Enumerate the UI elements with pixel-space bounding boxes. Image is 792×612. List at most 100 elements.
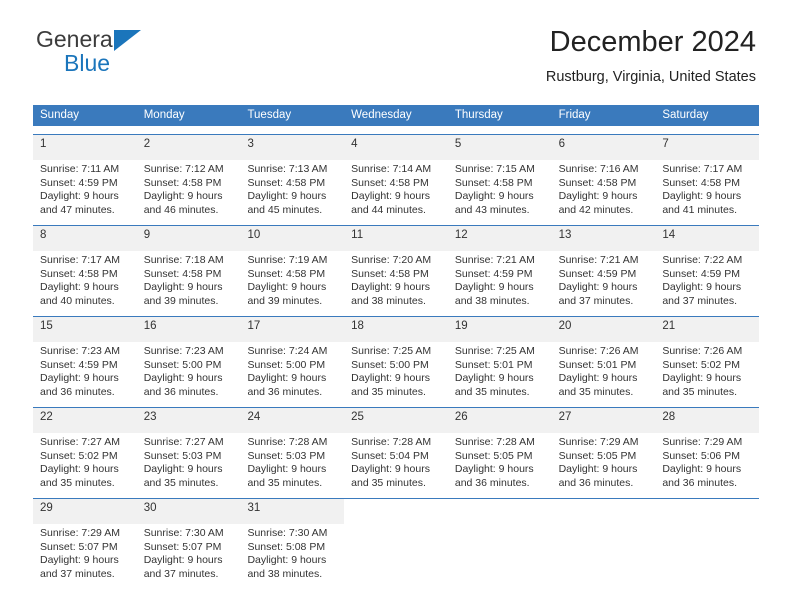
- calendar-page: General Blue December 2024 Rustburg, Vir…: [0, 0, 792, 612]
- day-number: 6: [551, 135, 656, 160]
- sunrise-text: Sunrise: 7:23 AM: [143, 345, 224, 357]
- day-cell[interactable]: 4 Sunrise: 7:14 AM Sunset: 4:58 PM Dayli…: [344, 135, 448, 217]
- day-cell[interactable]: 16 Sunrise: 7:23 AM Sunset: 5:00 PM Dayl…: [136, 317, 241, 399]
- day-cell[interactable]: 9 Sunrise: 7:18 AM Sunset: 4:58 PM Dayli…: [136, 226, 241, 308]
- day-cell[interactable]: 27 Sunrise: 7:29 AM Sunset: 5:05 PM Dayl…: [551, 408, 656, 490]
- sunset-text: Sunset: 5:00 PM: [247, 358, 326, 371]
- sunset-text: Sunset: 5:01 PM: [558, 358, 637, 371]
- day-cell[interactable]: 30 Sunrise: 7:30 AM Sunset: 5:07 PM Dayl…: [136, 499, 241, 581]
- daylight-text-line1: Daylight: 9 hours: [454, 281, 534, 293]
- day-details: Sunrise: 7:29 AM Sunset: 5:07 PM Dayligh…: [33, 524, 137, 581]
- day-cell[interactable]: 28 Sunrise: 7:29 AM Sunset: 5:06 PM Dayl…: [655, 408, 760, 490]
- daylight-text-line2: and 36 minutes.: [662, 476, 738, 489]
- day-number: 7: [655, 135, 760, 160]
- sunset-text: Sunset: 4:58 PM: [558, 176, 637, 189]
- week-row: 1 Sunrise: 7:11 AM Sunset: 4:59 PM Dayli…: [33, 134, 760, 217]
- daylight-text-line1: Daylight: 9 hours: [143, 554, 223, 566]
- day-details: Sunrise: 7:22 AM Sunset: 4:59 PM Dayligh…: [655, 251, 759, 308]
- day-cell[interactable]: 18 Sunrise: 7:25 AM Sunset: 5:00 PM Dayl…: [344, 317, 448, 399]
- day-cell[interactable]: 17 Sunrise: 7:24 AM Sunset: 5:00 PM Dayl…: [240, 317, 345, 399]
- day-details: Sunrise: 7:15 AM Sunset: 4:58 PM Dayligh…: [448, 160, 552, 217]
- logo-triangle-icon: [114, 30, 141, 51]
- day-details: Sunrise: 7:28 AM Sunset: 5:04 PM Dayligh…: [344, 433, 448, 490]
- day-details: Sunrise: 7:11 AM Sunset: 4:59 PM Dayligh…: [33, 160, 137, 217]
- sunrise-text: Sunrise: 7:21 AM: [558, 254, 639, 266]
- day-cell[interactable]: 3 Sunrise: 7:13 AM Sunset: 4:58 PM Dayli…: [240, 135, 345, 217]
- day-number: 27: [551, 408, 656, 433]
- sunset-text: Sunset: 4:58 PM: [40, 267, 118, 280]
- day-cell[interactable]: 5 Sunrise: 7:15 AM Sunset: 4:58 PM Dayli…: [447, 135, 552, 217]
- daylight-text-line2: and 42 minutes.: [558, 203, 634, 216]
- day-cell[interactable]: 25 Sunrise: 7:28 AM Sunset: 5:04 PM Dayl…: [344, 408, 448, 490]
- sunset-text: Sunset: 5:04 PM: [351, 449, 429, 462]
- day-cell[interactable]: 15 Sunrise: 7:23 AM Sunset: 4:59 PM Dayl…: [33, 317, 137, 399]
- day-cell[interactable]: 29 Sunrise: 7:29 AM Sunset: 5:07 PM Dayl…: [33, 499, 137, 581]
- daylight-text-line2: and 35 minutes.: [40, 476, 115, 489]
- sunrise-text: Sunrise: 7:30 AM: [143, 527, 224, 539]
- day-cell-empty: [447, 499, 552, 581]
- day-cell[interactable]: 19 Sunrise: 7:25 AM Sunset: 5:01 PM Dayl…: [447, 317, 552, 399]
- daylight-text-line2: and 36 minutes.: [454, 476, 530, 489]
- daylight-text-line2: and 40 minutes.: [40, 294, 115, 307]
- day-cell[interactable]: 22 Sunrise: 7:27 AM Sunset: 5:02 PM Dayl…: [33, 408, 137, 490]
- sunset-text: Sunset: 5:01 PM: [454, 358, 533, 371]
- day-cell[interactable]: 24 Sunrise: 7:28 AM Sunset: 5:03 PM Dayl…: [240, 408, 345, 490]
- day-cell[interactable]: 11 Sunrise: 7:20 AM Sunset: 4:58 PM Dayl…: [344, 226, 448, 308]
- week-row: 29 Sunrise: 7:29 AM Sunset: 5:07 PM Dayl…: [33, 498, 760, 581]
- day-number: 14: [655, 226, 760, 251]
- daylight-text-line1: Daylight: 9 hours: [247, 190, 327, 202]
- day-cell[interactable]: 12 Sunrise: 7:21 AM Sunset: 4:59 PM Dayl…: [447, 226, 552, 308]
- sunset-text: Sunset: 4:59 PM: [558, 267, 637, 280]
- day-number: [447, 499, 552, 524]
- day-number: 24: [240, 408, 345, 433]
- day-details: Sunrise: 7:28 AM Sunset: 5:03 PM Dayligh…: [240, 433, 344, 490]
- day-cell[interactable]: 26 Sunrise: 7:28 AM Sunset: 5:05 PM Dayl…: [447, 408, 552, 490]
- day-cell[interactable]: 23 Sunrise: 7:27 AM Sunset: 5:03 PM Dayl…: [136, 408, 241, 490]
- day-cell[interactable]: 14 Sunrise: 7:22 AM Sunset: 4:59 PM Dayl…: [655, 226, 760, 308]
- day-details: Sunrise: 7:25 AM Sunset: 5:01 PM Dayligh…: [448, 342, 552, 399]
- sunrise-text: Sunrise: 7:25 AM: [351, 345, 432, 357]
- day-cell[interactable]: 13 Sunrise: 7:21 AM Sunset: 4:59 PM Dayl…: [551, 226, 656, 308]
- day-details: Sunrise: 7:21 AM Sunset: 4:59 PM Dayligh…: [552, 251, 656, 308]
- daylight-text-line2: and 35 minutes.: [351, 476, 426, 489]
- day-cell[interactable]: 31 Sunrise: 7:30 AM Sunset: 5:08 PM Dayl…: [240, 499, 345, 581]
- day-details: Sunrise: 7:20 AM Sunset: 4:58 PM Dayligh…: [344, 251, 448, 308]
- day-details: Sunrise: 7:14 AM Sunset: 4:58 PM Dayligh…: [344, 160, 448, 217]
- day-cell[interactable]: 20 Sunrise: 7:26 AM Sunset: 5:01 PM Dayl…: [551, 317, 656, 399]
- day-number: 30: [136, 499, 241, 524]
- daylight-text-line2: and 39 minutes.: [247, 294, 323, 307]
- daylight-text-line1: Daylight: 9 hours: [454, 463, 534, 475]
- day-number: [344, 499, 448, 524]
- sunrise-text: Sunrise: 7:22 AM: [662, 254, 743, 266]
- sunset-text: Sunset: 5:03 PM: [143, 449, 222, 462]
- day-details: Sunrise: 7:17 AM Sunset: 4:58 PM Dayligh…: [655, 160, 759, 217]
- title-block: December 2024 Rustburg, Virginia, United…: [546, 26, 756, 85]
- day-number: 11: [344, 226, 448, 251]
- sunrise-text: Sunrise: 7:15 AM: [454, 163, 535, 175]
- day-number: 19: [447, 317, 552, 342]
- page-title: December 2024: [549, 26, 756, 58]
- day-cell[interactable]: 8 Sunrise: 7:17 AM Sunset: 4:58 PM Dayli…: [33, 226, 137, 308]
- calendar-grid: Sunday Monday Tuesday Wednesday Thursday…: [33, 105, 760, 581]
- logo-text-general: General: [36, 26, 118, 52]
- weekday-sunday: Sunday: [40, 109, 80, 121]
- day-cell[interactable]: 2 Sunrise: 7:12 AM Sunset: 4:58 PM Dayli…: [136, 135, 241, 217]
- day-cell[interactable]: 7 Sunrise: 7:17 AM Sunset: 4:58 PM Dayli…: [655, 135, 760, 217]
- daylight-text-line1: Daylight: 9 hours: [454, 372, 534, 384]
- day-details: Sunrise: 7:29 AM Sunset: 5:06 PM Dayligh…: [655, 433, 759, 490]
- weekday-monday: Monday: [143, 109, 185, 121]
- day-cell[interactable]: 1 Sunrise: 7:11 AM Sunset: 4:59 PM Dayli…: [33, 135, 137, 217]
- generalblue-logo[interactable]: General Blue: [36, 28, 196, 78]
- day-cell[interactable]: 21 Sunrise: 7:26 AM Sunset: 5:02 PM Dayl…: [655, 317, 760, 399]
- day-cell[interactable]: 10 Sunrise: 7:19 AM Sunset: 4:58 PM Dayl…: [240, 226, 345, 308]
- sunset-text: Sunset: 4:58 PM: [454, 176, 533, 189]
- week-row: 15 Sunrise: 7:23 AM Sunset: 4:59 PM Dayl…: [33, 316, 760, 399]
- sunset-text: Sunset: 5:00 PM: [143, 358, 222, 371]
- daylight-text-line2: and 37 minutes.: [558, 294, 634, 307]
- daylight-text-line2: and 36 minutes.: [247, 385, 323, 398]
- day-number: 8: [33, 226, 137, 251]
- daylight-text-line2: and 35 minutes.: [143, 476, 219, 489]
- day-cell[interactable]: 6 Sunrise: 7:16 AM Sunset: 4:58 PM Dayli…: [551, 135, 656, 217]
- weekday-friday: Friday: [558, 109, 591, 121]
- day-details: Sunrise: 7:19 AM Sunset: 4:58 PM Dayligh…: [240, 251, 344, 308]
